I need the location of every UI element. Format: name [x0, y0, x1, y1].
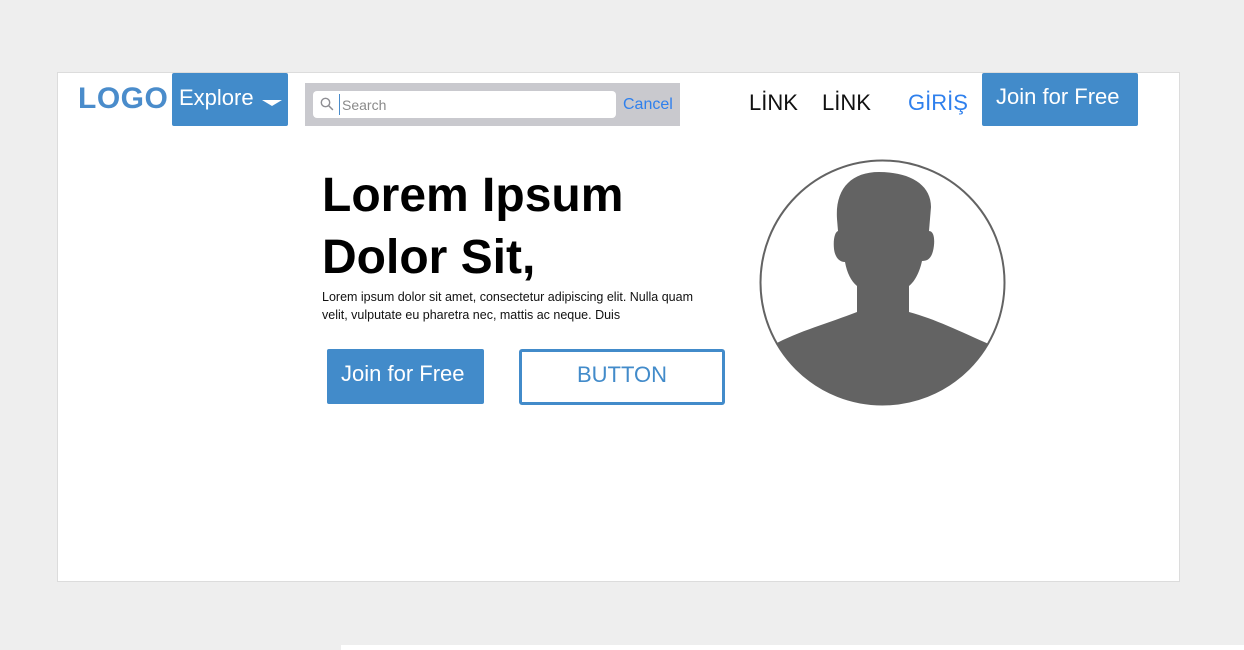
hero-description: Lorem ipsum dolor sit amet, consectetur …	[322, 290, 694, 322]
bottom-strip	[341, 645, 1244, 650]
secondary-button[interactable]: BUTTON	[519, 349, 725, 405]
hero-title-line-1: Lorem Ipsum	[322, 169, 624, 222]
chevron-down-icon	[262, 100, 282, 106]
search-icon	[320, 97, 334, 111]
search-input[interactable]	[339, 94, 612, 115]
page-canvas	[57, 72, 1180, 582]
logo[interactable]: LOGO	[78, 82, 168, 116]
user-avatar-icon	[759, 159, 1006, 406]
explore-label: Explore	[179, 85, 254, 110]
nav-link-1[interactable]: LİNK	[749, 90, 798, 116]
hero-title-line-2: Dolor Sit,	[322, 231, 536, 284]
join-for-free-header-button[interactable]: Join for Free	[982, 73, 1138, 126]
join-for-free-hero-button[interactable]: Join for Free	[327, 349, 484, 404]
explore-button[interactable]: Explore	[172, 73, 288, 126]
search-cancel-button[interactable]: Cancel	[623, 96, 673, 114]
search-field[interactable]	[313, 91, 616, 118]
search-bar: Cancel	[305, 83, 680, 126]
login-link[interactable]: GİRİŞ	[908, 90, 968, 116]
nav-link-2[interactable]: LİNK	[822, 90, 871, 116]
hero-title: Lorem Ipsum Dolor Sit,	[322, 165, 742, 289]
